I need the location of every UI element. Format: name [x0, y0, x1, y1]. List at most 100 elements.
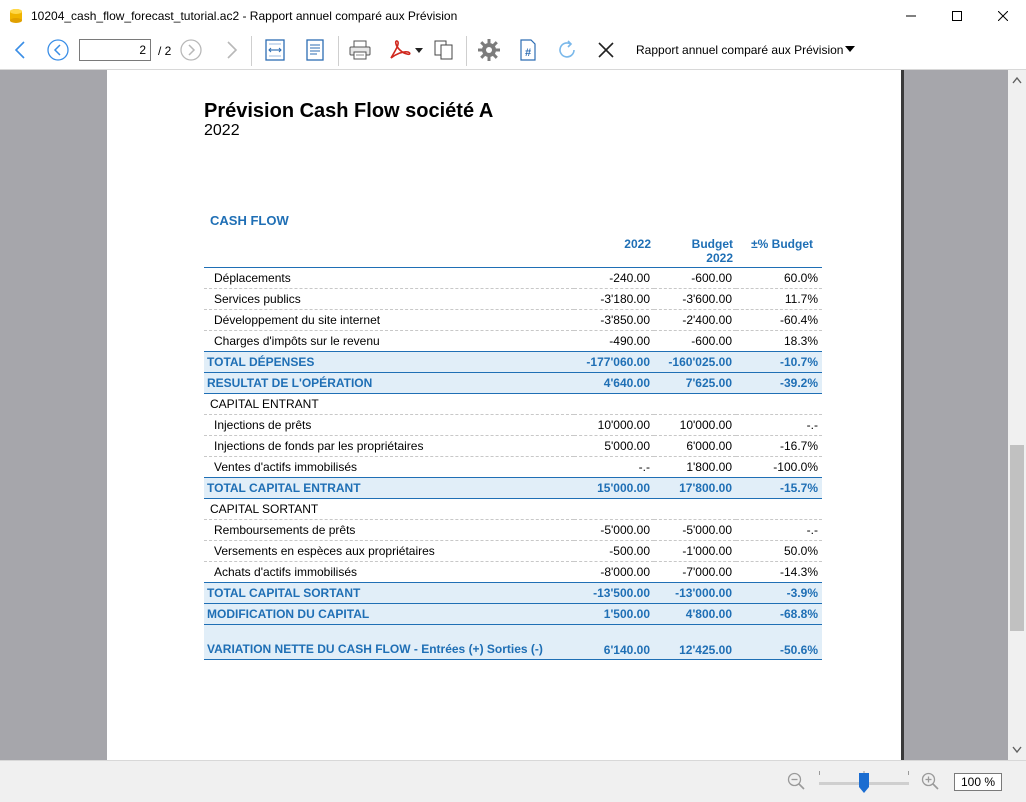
budget-value: -3'600.00	[654, 288, 736, 310]
toolbar-separator	[251, 36, 252, 66]
settings-icon	[478, 39, 500, 61]
actual-value: 5'000.00	[574, 435, 654, 457]
budget-value: 17'800.00	[654, 477, 736, 499]
table-row: Ventes d'actifs immobilisés -.- 1'800.00 -1…	[204, 456, 822, 478]
report-viewer[interactable]: Prévision Cash Flow société A 2022 CASH …	[0, 70, 1008, 760]
scrollbar-thumb[interactable]	[1010, 445, 1024, 631]
pdf-export-button[interactable]	[386, 38, 426, 62]
vertical-scrollbar[interactable]	[1008, 70, 1026, 760]
toolbar-separator	[466, 36, 467, 66]
fit-width-icon	[265, 39, 285, 61]
actual-value: -500.00	[574, 540, 654, 562]
report-title: Prévision Cash Flow société A	[204, 100, 494, 122]
prev-page-button[interactable]	[46, 38, 70, 62]
budget-value: -600.00	[654, 330, 736, 352]
refresh-button[interactable]	[554, 38, 580, 62]
budget-value	[654, 393, 736, 415]
minimize-button[interactable]	[888, 0, 934, 32]
table-row: Achats d'actifs immobilisés -8'000.00 -7'0…	[204, 561, 822, 583]
budget-value	[654, 498, 736, 520]
zoom-slider-thumb[interactable]	[859, 773, 869, 793]
next-page-icon	[180, 39, 202, 61]
row-label: Remboursements de prêts	[204, 519, 574, 541]
actual-value: 1'500.00	[574, 603, 654, 625]
settings-button[interactable]	[475, 38, 503, 62]
budget-value: -7'000.00	[654, 561, 736, 583]
budget-value: 12'425.00	[654, 624, 736, 660]
scroll-up-icon[interactable]	[1012, 76, 1022, 84]
window-title: 10204_cash_flow_forecast_tutorial.ac2 - …	[31, 9, 458, 23]
scroll-down-icon[interactable]	[1012, 746, 1022, 754]
column-header-budget: Budget 2022	[691, 237, 733, 265]
refresh-icon	[559, 40, 575, 58]
toolbar: / 2 # Rapport annuel comparé aux Prévisi…	[0, 32, 1026, 70]
row-label: Services publics	[204, 288, 574, 310]
actual-value: 4'640.00	[574, 372, 654, 394]
zoom-in-icon[interactable]	[921, 772, 939, 790]
app-logo-icon	[10, 9, 22, 23]
zoom-out-icon[interactable]	[787, 772, 805, 790]
copy-button[interactable]	[431, 38, 457, 62]
chevron-down-icon[interactable]	[845, 46, 855, 52]
actual-value: -13'500.00	[574, 582, 654, 604]
group-header-row: CAPITAL SORTANT	[204, 498, 822, 520]
total-row: MODIFICATION DU CAPITAL 1'500.00 4'800.00-…	[204, 603, 822, 625]
fit-page-icon	[306, 39, 324, 61]
back-button[interactable]	[10, 38, 30, 62]
variance-value: 11.7%	[736, 288, 822, 310]
column-header-variance: ±% Budget	[751, 237, 813, 251]
row-label: VARIATION NETTE DU CASH FLOW - Entrées (…	[204, 624, 574, 660]
forward-arrow-icon	[227, 41, 238, 59]
variance-value: -3.9%	[736, 582, 822, 604]
variance-value: -14.3%	[736, 561, 822, 583]
row-label: Achats d'actifs immobilisés	[204, 561, 574, 583]
next-page-button[interactable]	[179, 38, 203, 62]
table-row: Versements en espèces aux propriétaires -…	[204, 540, 822, 562]
title-bar: 10204_cash_flow_forecast_tutorial.ac2 - …	[0, 0, 1026, 32]
table-row: Remboursements de prêts -5'000.00 -5'000.0…	[204, 519, 822, 541]
report-selector[interactable]: Rapport annuel comparé aux Prévision	[636, 43, 843, 57]
fit-width-button[interactable]	[262, 38, 288, 62]
row-label: Ventes d'actifs immobilisés	[204, 456, 574, 478]
budget-value: -160'025.00	[654, 351, 736, 373]
total-row: VARIATION NETTE DU CASH FLOW - Entrées (…	[204, 624, 822, 660]
variance-value: -60.4%	[736, 309, 822, 331]
variance-value	[736, 393, 822, 415]
row-label: TOTAL CAPITAL SORTANT	[204, 582, 574, 604]
variance-value: -50.6%	[736, 624, 822, 660]
variance-value: 60.0%	[736, 267, 822, 289]
actual-value: 6'140.00	[574, 624, 654, 660]
close-report-button[interactable]	[594, 38, 618, 62]
variance-value: -16.7%	[736, 435, 822, 457]
row-label: RESULTAT DE L'OPÉRATION	[204, 372, 574, 394]
actual-value: -3'180.00	[574, 288, 654, 310]
budget-value: 10'000.00	[654, 414, 736, 436]
page-number-input[interactable]	[79, 39, 151, 61]
print-button[interactable]	[346, 38, 374, 62]
table-row: Déplacements -240.00 -600.00 60.0%	[204, 267, 822, 289]
prev-page-icon	[47, 39, 69, 61]
row-label: Charges d'impôts sur le revenu	[204, 330, 574, 352]
forward-button[interactable]	[222, 38, 242, 62]
row-label: CAPITAL SORTANT	[204, 498, 574, 520]
maximize-button[interactable]	[934, 0, 980, 32]
budget-value: -1'000.00	[654, 540, 736, 562]
actual-value: 10'000.00	[574, 414, 654, 436]
toolbar-separator	[338, 36, 339, 66]
page-total: / 2	[158, 44, 172, 58]
variance-value: -.-	[736, 414, 822, 436]
close-window-button[interactable]	[980, 0, 1026, 32]
actual-value	[574, 498, 654, 520]
maximize-icon	[952, 11, 962, 21]
fit-page-button[interactable]	[302, 38, 328, 62]
zoom-level-field[interactable]: 100 %	[954, 773, 1002, 791]
pdf-icon	[390, 40, 423, 59]
budget-value: -2'400.00	[654, 309, 736, 331]
row-label: Injections de prêts	[204, 414, 574, 436]
page-number-button[interactable]: #	[516, 38, 540, 62]
variance-value: 18.3%	[736, 330, 822, 352]
row-label: TOTAL DÉPENSES	[204, 351, 574, 373]
close-icon	[598, 42, 614, 58]
actual-value: -8'000.00	[574, 561, 654, 583]
page-number-icon: #	[520, 39, 536, 61]
